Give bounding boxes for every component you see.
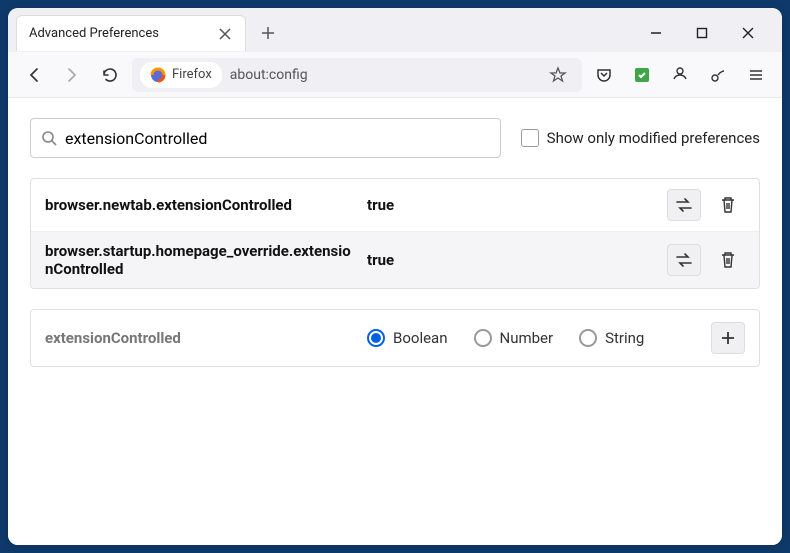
radio-icon bbox=[474, 329, 492, 347]
maximize-button[interactable] bbox=[688, 19, 716, 47]
new-tab-button[interactable] bbox=[252, 17, 284, 49]
window-controls bbox=[642, 19, 774, 47]
about-config-content: Show only modified preferences browser.n… bbox=[8, 98, 782, 545]
app-menu-button[interactable] bbox=[740, 59, 772, 91]
radio-label: String bbox=[605, 329, 644, 347]
minimize-button[interactable] bbox=[642, 19, 670, 47]
firefox-icon bbox=[150, 67, 166, 83]
pref-name: browser.newtab.extensionControlled bbox=[45, 196, 355, 214]
tab-title: Advanced Preferences bbox=[29, 26, 217, 41]
tab-bar: Advanced Preferences bbox=[8, 8, 782, 52]
search-icon bbox=[41, 130, 57, 146]
forward-button[interactable] bbox=[56, 59, 88, 91]
radio-number[interactable]: Number bbox=[474, 329, 554, 347]
toggle-button[interactable] bbox=[667, 189, 701, 221]
radio-label: Boolean bbox=[393, 329, 448, 347]
pref-value: true bbox=[367, 251, 655, 269]
identity-label: Firefox bbox=[172, 67, 212, 82]
radio-icon bbox=[579, 329, 597, 347]
pref-search-box[interactable] bbox=[30, 118, 501, 158]
browser-tab[interactable]: Advanced Preferences bbox=[16, 15, 246, 51]
browser-window: Advanced Preferences bbox=[8, 8, 782, 545]
delete-button[interactable] bbox=[711, 244, 745, 276]
show-modified-label: Show only modified preferences bbox=[547, 129, 760, 147]
pref-name: browser.startup.homepage_override.extens… bbox=[45, 242, 355, 278]
add-pref-row: extensionControlled Boolean Number Strin… bbox=[30, 309, 760, 367]
tab-close-button[interactable] bbox=[217, 26, 233, 42]
pref-search-input[interactable] bbox=[65, 129, 490, 148]
back-button[interactable] bbox=[18, 59, 50, 91]
close-window-button[interactable] bbox=[734, 19, 762, 47]
show-modified-checkbox[interactable]: Show only modified preferences bbox=[521, 129, 760, 147]
pref-list: browser.newtab.extensionControlled true … bbox=[30, 178, 760, 289]
checkbox-icon bbox=[521, 129, 539, 147]
reload-button[interactable] bbox=[94, 59, 126, 91]
add-button[interactable] bbox=[711, 322, 745, 354]
identity-box[interactable]: Firefox bbox=[140, 62, 222, 88]
pref-row[interactable]: browser.startup.homepage_override.extens… bbox=[31, 232, 759, 288]
type-radio-group: Boolean Number String bbox=[367, 329, 699, 347]
pocket-icon[interactable] bbox=[588, 59, 620, 91]
bookmark-star-icon[interactable] bbox=[542, 59, 574, 91]
extension-icon[interactable] bbox=[626, 59, 658, 91]
pref-value: true bbox=[367, 196, 655, 214]
account-icon[interactable] bbox=[664, 59, 696, 91]
extensions-toolbar-icon[interactable] bbox=[702, 59, 734, 91]
url-text: about:config bbox=[226, 67, 538, 83]
pref-row[interactable]: browser.newtab.extensionControlled true bbox=[31, 179, 759, 232]
radio-string[interactable]: String bbox=[579, 329, 644, 347]
nav-toolbar: Firefox about:config bbox=[8, 52, 782, 98]
search-row: Show only modified preferences bbox=[30, 118, 760, 158]
radio-icon bbox=[367, 329, 385, 347]
radio-label: Number bbox=[500, 329, 554, 347]
url-bar[interactable]: Firefox about:config bbox=[132, 58, 582, 92]
toggle-button[interactable] bbox=[667, 244, 701, 276]
add-pref-name: extensionControlled bbox=[45, 329, 355, 347]
radio-boolean[interactable]: Boolean bbox=[367, 329, 448, 347]
delete-button[interactable] bbox=[711, 189, 745, 221]
